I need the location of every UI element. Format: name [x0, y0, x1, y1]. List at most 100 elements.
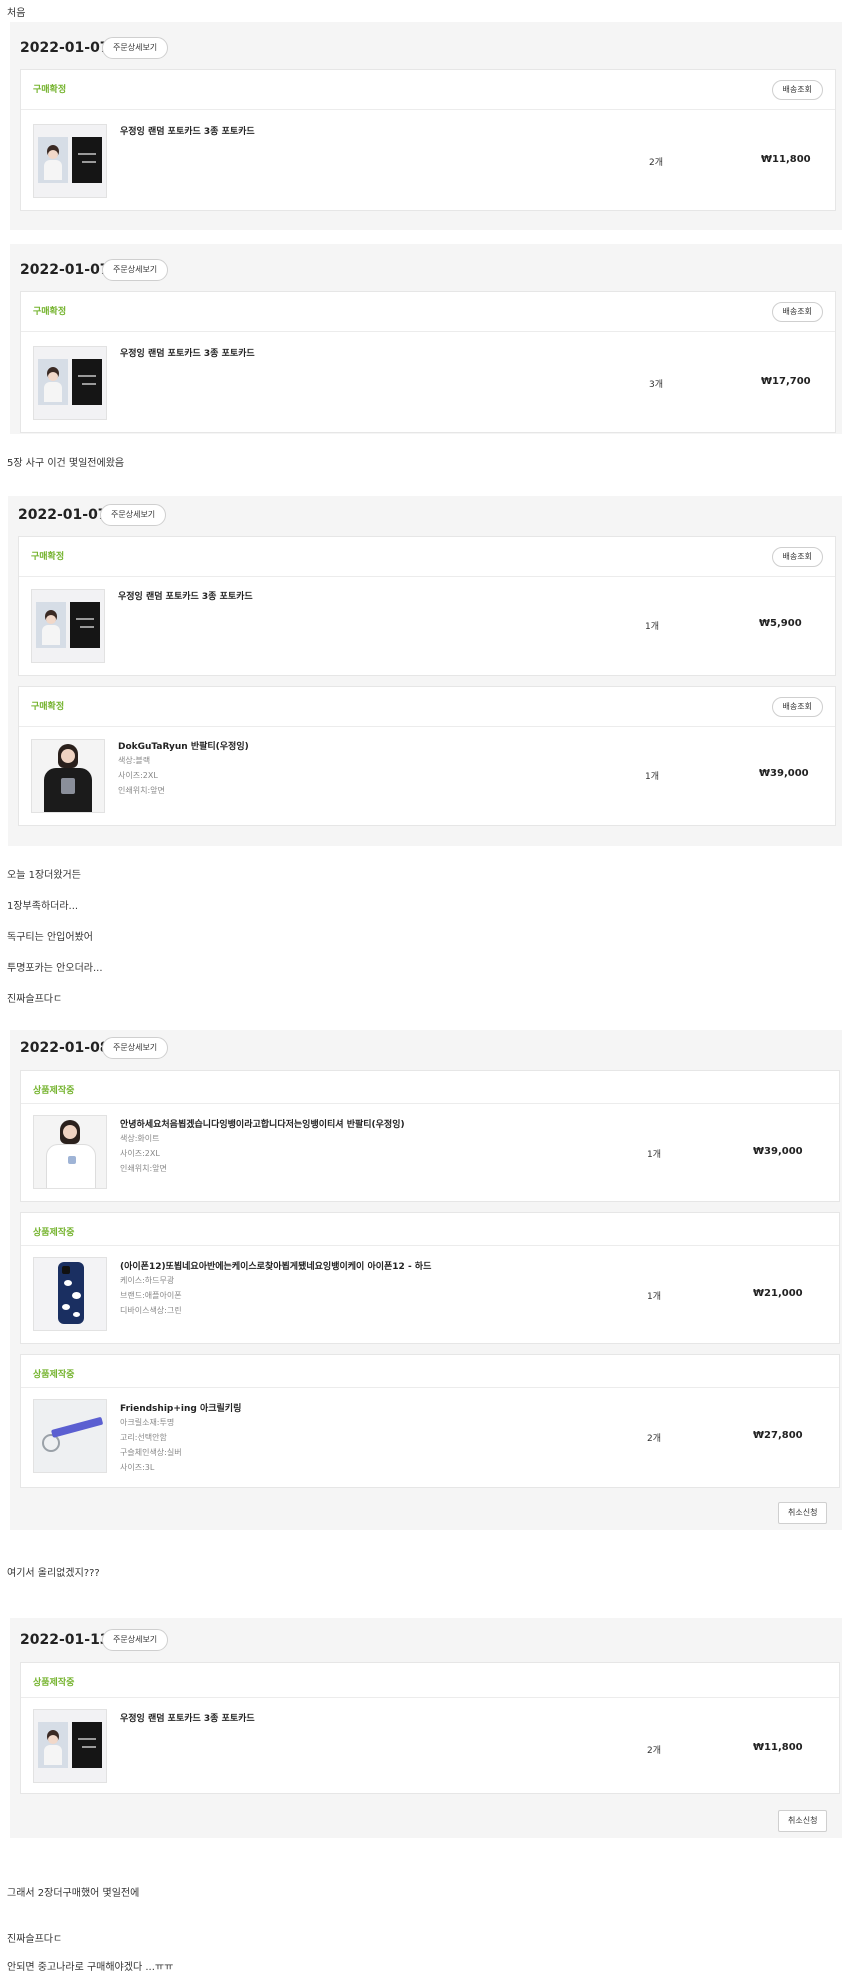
price: ₩11,800 [761, 154, 811, 165]
order-panel: 2022-01-13 주문상세보기 상품제작중 우정잉 랜덤 포토카드 3종 포… [10, 1618, 842, 1838]
order-date: 2022-01-07 [20, 40, 110, 56]
photocard-thumbnail[interactable] [33, 124, 107, 198]
quantity: 1개 [645, 772, 660, 782]
acrylic-keyring-thumbnail[interactable] [33, 1399, 107, 1473]
order-item-card: 상품제작중 Friendship+ing 아크릴키링 아크릴소재:투명 고리:선… [20, 1354, 840, 1488]
option-text: 디바이스색상:그린 [120, 1306, 182, 1315]
status-label: 구매확정 [31, 552, 65, 562]
track-delivery-button[interactable]: 배송조회 [771, 302, 823, 322]
option-text: 사이즈:2XL [120, 1149, 160, 1158]
option-text: 케이스:하드무광 [120, 1276, 175, 1285]
photocard-thumbnail[interactable] [33, 1709, 107, 1783]
option-text: 색상:화이트 [120, 1134, 160, 1143]
order-detail-button[interactable]: 주문상세보기 [102, 1037, 169, 1059]
quantity: 3개 [649, 380, 664, 390]
option-text: 브랜드:애플아이폰 [120, 1291, 182, 1300]
order-date: 2022-01-07 [20, 262, 110, 278]
order-item-card: 구매확정 배송조회 우정잉 랜덤 포토카드 3종 포토카드 1개 ₩5,900 [18, 536, 836, 676]
cancel-request-button[interactable]: 취소신청 [778, 1810, 828, 1832]
track-delivery-button[interactable]: 배송조회 [771, 547, 823, 567]
divider [21, 1697, 839, 1698]
status-label: 구매확정 [33, 85, 67, 95]
quantity: 1개 [647, 1292, 662, 1302]
order-panel: 2022-01-07 주문상세보기 구매확정 배송조회 우정잉 랜덤 포토카드 … [8, 496, 842, 846]
option-text: 사이즈:3L [120, 1463, 155, 1472]
order-panel: 2022-01-07 주문상세보기 구매확정 배송조회 우정잉 랜덤 포토카드 … [10, 244, 842, 434]
post-text: 5장 사구 이건 몇일전에왔음 [7, 458, 125, 469]
status-label: 상품제작중 [33, 1678, 75, 1688]
cancel-request-button[interactable]: 취소신청 [778, 1502, 828, 1524]
tshirt-white-thumbnail[interactable] [33, 1115, 107, 1189]
order-item-card: 상품제작중 우정잉 랜덤 포토카드 3종 포토카드 2개 ₩11,800 [20, 1662, 840, 1794]
post-text: 오늘 1장더왔거든 [7, 870, 81, 881]
product-name[interactable]: 우정잉 랜덤 포토카드 3종 포토카드 [118, 589, 253, 602]
order-item-card: 구매확정 배송조회 우정잉 랜덤 포토카드 3종 포토카드 2개 ₩11,800 [20, 69, 836, 211]
order-item-card: 구매확정 배송조회 DokGuTaRyun 반팔티(우정잉) 색상:블랙 사이즈… [18, 686, 836, 826]
post-text: 진짜슬프다ㄷ [7, 994, 63, 1005]
post-text: 1장부족하더라... [7, 901, 79, 912]
quantity: 1개 [645, 622, 660, 632]
product-name[interactable]: DokGuTaRyun 반팔티(우정잉) [118, 739, 249, 752]
post-text: 진짜슬프다ㄷ [7, 1934, 63, 1945]
order-date: 2022-01-07 [18, 507, 108, 523]
order-item-card: 상품제작중 안녕하세요처음뵙겠습니다잉뱅이라고합니다저는잉뱅이티셔 반팔티(우정… [20, 1070, 840, 1202]
order-detail-button[interactable]: 주문상세보기 [102, 1629, 169, 1651]
product-name[interactable]: Friendship+ing 아크릴키링 [120, 1401, 241, 1414]
option-text: 인쇄위치:앞면 [120, 1164, 167, 1173]
status-label: 상품제작중 [33, 1370, 75, 1380]
phone-case-thumbnail[interactable] [33, 1257, 107, 1331]
order-item-card: 상품제작중 (아이폰12)또뵙네요아반에는케이스로찾아뵙게됐네요잉뱅이케이 아이… [20, 1212, 840, 1344]
post-text: 독구티는 안입어봤어 [7, 932, 93, 943]
divider [21, 1387, 839, 1388]
option-text: 고리:선택안함 [120, 1433, 167, 1442]
product-name[interactable]: 우정잉 랜덤 포토카드 3종 포토카드 [120, 1711, 255, 1724]
post-text: 투명포카는 안오더라... [7, 963, 103, 974]
order-detail-button[interactable]: 주문상세보기 [102, 37, 169, 59]
option-text: 사이즈:2XL [118, 771, 158, 780]
post-text: 처음 [7, 8, 26, 19]
price: ₩5,900 [759, 618, 802, 629]
quantity: 2개 [647, 1434, 662, 1444]
tshirt-black-thumbnail[interactable] [31, 739, 105, 813]
status-label: 상품제작중 [33, 1228, 75, 1238]
photocard-thumbnail[interactable] [31, 589, 105, 663]
order-panel: 2022-01-07 주문상세보기 구매확정 배송조회 우정잉 랜덤 포토카드 … [10, 22, 842, 230]
post-text: 그래서 2장더구매했어 몇일전에 [7, 1888, 140, 1899]
price: ₩11,800 [753, 1742, 803, 1753]
post-text: 여기서 올리없겠지??? [7, 1568, 100, 1579]
order-detail-button[interactable]: 주문상세보기 [100, 504, 167, 526]
quantity: 1개 [647, 1150, 662, 1160]
divider [19, 576, 835, 577]
photocard-thumbnail[interactable] [33, 346, 107, 420]
track-delivery-button[interactable]: 배송조회 [771, 697, 823, 717]
divider [19, 726, 835, 727]
status-label: 구매확정 [33, 307, 67, 317]
price: ₩39,000 [753, 1146, 803, 1157]
status-label: 상품제작중 [33, 1086, 75, 1096]
divider [21, 331, 835, 332]
post-text: 안되면 중고나라로 구매해야겠다 ...ㅠㅠ [7, 1962, 174, 1973]
price: ₩27,800 [753, 1430, 803, 1441]
product-name[interactable]: 우정잉 랜덤 포토카드 3종 포토카드 [120, 124, 255, 137]
divider [21, 1103, 839, 1104]
option-text: 아크릴소재:투명 [120, 1418, 175, 1427]
status-label: 구매확정 [31, 702, 65, 712]
divider [21, 1245, 839, 1246]
price: ₩17,700 [761, 376, 811, 387]
quantity: 2개 [649, 158, 664, 168]
quantity: 2개 [647, 1746, 662, 1756]
track-delivery-button[interactable]: 배송조회 [771, 80, 823, 100]
option-text: 색상:블랙 [118, 756, 151, 765]
order-detail-button[interactable]: 주문상세보기 [102, 259, 169, 281]
product-name[interactable]: 안녕하세요처음뵙겠습니다잉뱅이라고합니다저는잉뱅이티셔 반팔티(우정잉) [120, 1117, 405, 1130]
product-name[interactable]: 우정잉 랜덤 포토카드 3종 포토카드 [120, 346, 255, 359]
option-text: 인쇄위치:앞면 [118, 786, 165, 795]
divider [21, 109, 835, 110]
order-panel: 2022-01-08 주문상세보기 상품제작중 안녕하세요처음뵙겠습니다잉뱅이라… [10, 1030, 842, 1530]
price: ₩21,000 [753, 1288, 803, 1299]
option-text: 구슬체인색상:실버 [120, 1448, 182, 1457]
product-name[interactable]: (아이폰12)또뵙네요아반에는케이스로찾아뵙게됐네요잉뱅이케이 아이폰12 - … [120, 1259, 431, 1272]
price: ₩39,000 [759, 768, 809, 779]
order-item-card: 구매확정 배송조회 우정잉 랜덤 포토카드 3종 포토카드 3개 ₩17,700 [20, 291, 836, 433]
order-date: 2022-01-08 [20, 1040, 110, 1056]
